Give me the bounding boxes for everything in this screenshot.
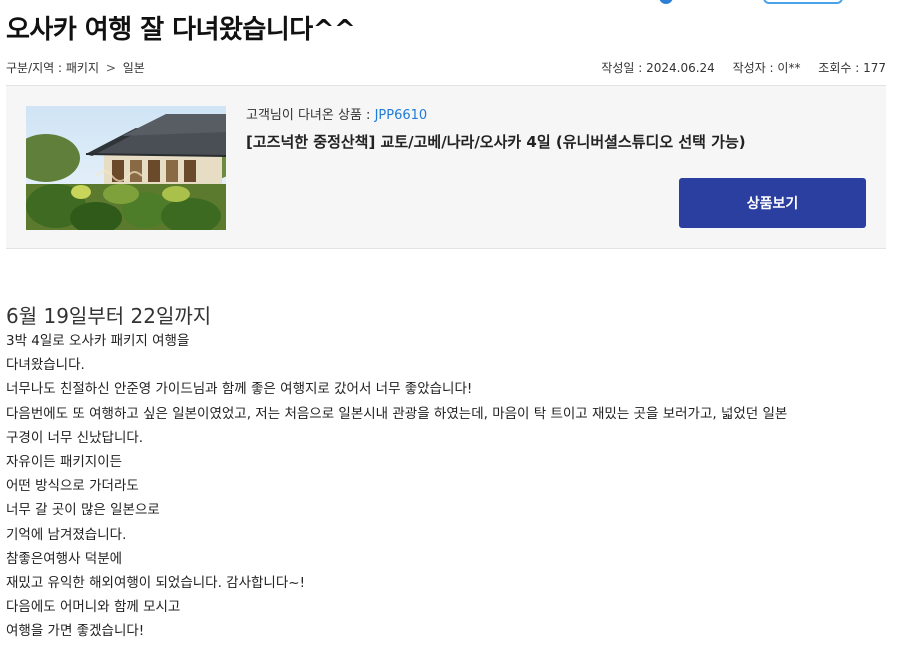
header-icon-fragment: [659, 0, 673, 4]
product-card: 고객님이 다녀온 상품 : JPP6610 [고즈넉한 중정산책] 교토/고베/…: [6, 85, 886, 249]
product-code-label: 고객님이 다녀온 상품 :: [246, 108, 375, 123]
category-region: 일본: [122, 61, 145, 75]
review-line: 자유이든 패키지이든: [6, 454, 123, 471]
post-stats: 작성일 : 2024.06.24 작성자 : 이** 조회수 : 177: [587, 59, 886, 76]
review-content: 6월 19일부터 22일까지 3박 4일로 오사카 패키지 여행을 다녀왔습니다…: [6, 303, 886, 644]
post-author: 작성자 : 이**: [732, 61, 801, 75]
review-line: 다녀왔습니다.: [6, 357, 85, 374]
review-line: 어떤 방식으로 가더라도: [6, 478, 139, 495]
review-line: 너무 갈 곳이 많은 일본으로: [6, 502, 160, 519]
product-code-line: 고객님이 다녀온 상품 : JPP6610: [246, 104, 866, 123]
product-thumbnail[interactable]: [26, 106, 226, 230]
review-line: 다음에도 어머니와 함께 모시고: [6, 599, 181, 616]
review-line: 구경이 너무 신났답니다.: [6, 429, 144, 446]
product-name[interactable]: [고즈넉한 중정산책] 교토/고베/나라/오사카 4일 (유니버셜스튜디오 선택…: [246, 131, 866, 152]
page-title: 오사카 여행 잘 다녀왔습니다^^: [6, 15, 356, 45]
review-line: 기억에 남겨졌습니다.: [6, 526, 127, 543]
review-line: 재밌고 유익한 해외여행이 되었습니다. 감사합니다~!: [6, 575, 305, 592]
review-line: 너무나도 친절하신 안준영 가이드님과 함께 좋은 여행지로 갔어서 너무 좋았…: [6, 381, 473, 398]
view-product-button[interactable]: 상품보기: [679, 178, 866, 228]
review-line: 3박 4일로 오사카 패키지 여행을: [6, 333, 190, 349]
chevron-right-icon: >: [105, 61, 116, 75]
review-line: 여행을 가면 좋겠습니다!: [6, 623, 145, 640]
product-image: [26, 106, 226, 230]
review-heading: 6월 19일부터 22일까지: [6, 304, 212, 328]
review-line: 참좋은여행사 덕분에: [6, 550, 123, 567]
post-meta: 구분/지역 : 패키지 > 일본 작성일 : 2024.06.24 작성자 : …: [6, 59, 886, 75]
product-code[interactable]: JPP6610: [375, 108, 428, 123]
header-decoration: [0, 0, 898, 6]
product-info: 고객님이 다녀온 상품 : JPP6610 [고즈넉한 중정산책] 교토/고베/…: [246, 104, 866, 152]
review-line: 다음번에도 또 여행하고 싶은 일본이였었고, 저는 처음으로 일본시내 관광을…: [6, 405, 788, 422]
post-date: 작성일 : 2024.06.24: [601, 61, 715, 75]
post-views: 조회수 : 177: [818, 61, 886, 75]
breadcrumb: 구분/지역 : 패키지 > 일본: [6, 59, 145, 76]
category-label: 구분/지역 : 패키지: [6, 61, 99, 75]
header-button-fragment[interactable]: [763, 0, 843, 4]
